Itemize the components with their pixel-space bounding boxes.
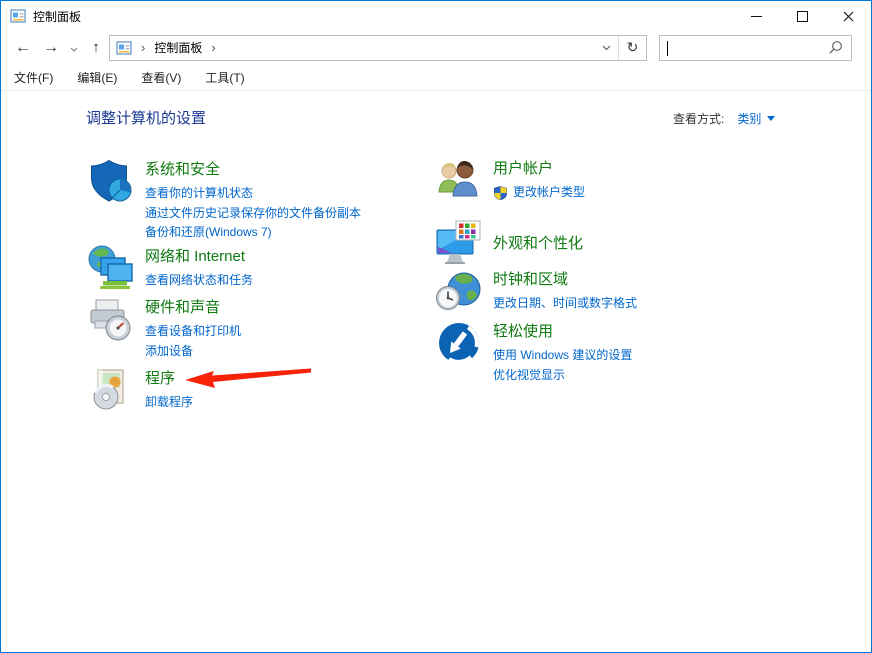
category-title-appearance[interactable]: 外观和个性化 (493, 232, 583, 253)
page-title: 调整计算机的设置 (86, 107, 206, 128)
link-add-device[interactable]: 添加设备 (145, 342, 241, 362)
network-globe-monitors-icon[interactable] (87, 244, 135, 292)
link-optimize-visual-display[interactable]: 优化视觉显示 (493, 366, 632, 386)
close-icon (843, 11, 854, 22)
control-panel-icon (110, 40, 132, 56)
search-box[interactable] (659, 35, 852, 61)
link-change-date-time-format[interactable]: 更改日期、时间或数字格式 (493, 294, 637, 314)
monitor-palette-icon[interactable] (435, 218, 483, 266)
text-caret (667, 41, 668, 56)
search-input[interactable] (660, 35, 828, 61)
link-computer-status[interactable]: 查看你的计算机状态 (145, 184, 361, 204)
up-arrow-icon: ↑ (92, 39, 100, 56)
navigation-bar: ← → ↑ › 控制面板 › (1, 31, 871, 64)
shield-security-icon[interactable] (87, 157, 135, 205)
link-backup-restore-win7[interactable]: 备份和还原(Windows 7) (145, 223, 361, 243)
view-by-control: 查看方式: 类别 (673, 110, 775, 127)
menu-edit[interactable]: 编辑(E) (73, 67, 121, 88)
category-title-programs[interactable]: 程序 (145, 367, 175, 388)
titlebar: 控制面板 (1, 1, 871, 31)
category-ease-of-access: 轻松使用 使用 Windows 建议的设置 优化视觉显示 (435, 319, 632, 385)
printer-gauge-icon[interactable] (87, 295, 135, 343)
link-change-account-type-label: 更改帐户类型 (513, 183, 585, 203)
control-panel-window: 控制面板 ← → ↑ (0, 0, 872, 653)
address-history-button[interactable] (594, 45, 618, 51)
control-panel-icon (10, 8, 26, 24)
link-devices-printers[interactable]: 查看设备和打印机 (145, 322, 241, 342)
category-title-network-internet[interactable]: 网络和 Internet (145, 245, 245, 266)
category-title-hardware-sound[interactable]: 硬件和声音 (145, 296, 220, 317)
window-title: 控制面板 (33, 8, 81, 25)
category-title-system-security[interactable]: 系统和安全 (145, 158, 220, 179)
two-users-icon[interactable] (435, 156, 483, 204)
chevron-down-icon (70, 47, 78, 52)
address-bar[interactable]: › 控制面板 › ↻ (109, 35, 647, 61)
breadcrumb-control-panel[interactable]: 控制面板 (154, 39, 202, 56)
refresh-icon: ↻ (627, 39, 639, 55)
link-windows-suggested-settings[interactable]: 使用 Windows 建议的设置 (493, 346, 632, 366)
view-by-value[interactable]: 类别 (737, 110, 761, 127)
menu-file[interactable]: 文件(F) (10, 67, 57, 88)
link-uninstall-program[interactable]: 卸载程序 (145, 393, 193, 413)
minimize-button[interactable] (733, 1, 779, 31)
link-file-history-backup[interactable]: 通过文件历史记录保存你的文件备份副本 (145, 204, 361, 224)
category-title-user-accounts[interactable]: 用户帐户 (493, 157, 553, 178)
category-user-accounts: 用户帐户 更改帐户类型 (435, 156, 585, 204)
window-controls (733, 1, 871, 31)
search-icon (828, 40, 843, 55)
link-change-account-type[interactable]: 更改帐户类型 (493, 183, 585, 203)
refresh-button[interactable]: ↻ (619, 39, 646, 56)
uac-shield-icon (493, 185, 508, 201)
software-box-cd-icon[interactable] (87, 366, 135, 414)
view-by-label: 查看方式: (673, 110, 724, 127)
forward-arrow-icon: → (43, 39, 59, 56)
category-system-security: 系统和安全 查看你的计算机状态 通过文件历史记录保存你的文件备份副本 备份和还原… (87, 157, 361, 243)
up-button[interactable]: ↑ (83, 39, 109, 56)
back-arrow-icon: ← (15, 39, 31, 56)
chevron-down-icon (602, 45, 611, 51)
menu-bar: 文件(F) 编辑(E) 查看(V) 工具(T) (1, 64, 871, 91)
minimize-icon (751, 16, 762, 17)
recent-pages-button[interactable] (65, 39, 83, 57)
menu-view[interactable]: 查看(V) (137, 67, 185, 88)
forward-button[interactable]: → (37, 39, 65, 57)
category-hardware-sound: 硬件和声音 查看设备和打印机 添加设备 (87, 295, 241, 361)
category-network-internet: 网络和 Internet 查看网络状态和任务 (87, 244, 253, 292)
globe-clock-icon[interactable] (435, 267, 483, 315)
category-clock-region: 时钟和区域 更改日期、时间或数字格式 (435, 267, 637, 315)
back-button[interactable]: ← (9, 39, 37, 57)
breadcrumb-separator[interactable]: › (202, 40, 224, 55)
link-network-status-tasks[interactable]: 查看网络状态和任务 (145, 271, 253, 291)
maximize-button[interactable] (779, 1, 825, 31)
red-arrow-annotation (181, 361, 316, 393)
breadcrumb-separator: › (132, 40, 154, 55)
dropdown-caret-icon[interactable] (767, 116, 775, 121)
maximize-icon (797, 11, 808, 22)
category-title-ease-of-access[interactable]: 轻松使用 (493, 320, 553, 341)
category-programs: 程序 卸载程序 (87, 366, 193, 414)
category-title-clock-region[interactable]: 时钟和区域 (493, 268, 568, 289)
category-appearance-personalization: 外观和个性化 (435, 218, 583, 266)
ease-of-access-icon[interactable] (435, 319, 483, 367)
close-button[interactable] (825, 1, 871, 31)
menu-tools[interactable]: 工具(T) (201, 67, 248, 88)
